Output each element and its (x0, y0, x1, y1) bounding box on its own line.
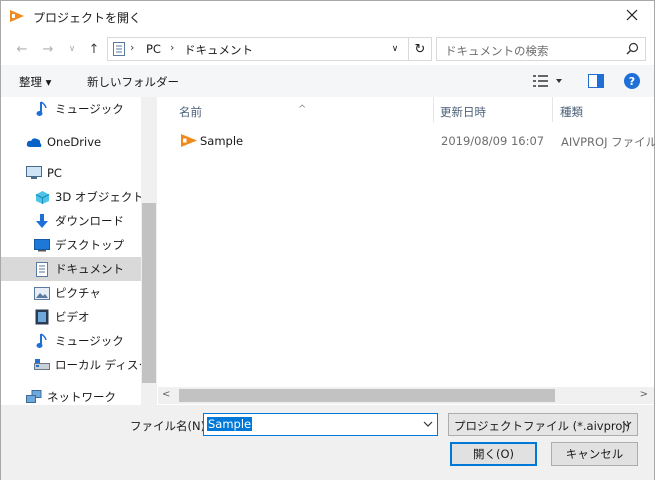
recent-locations-button[interactable]: ∨ (63, 40, 81, 58)
nav-item-pictures[interactable]: ピクチャ (1, 281, 141, 305)
help-icon[interactable]: ? (624, 73, 640, 89)
breadcrumb-separator-icon: › (170, 41, 175, 54)
nav-item-documents[interactable]: ドキュメント (1, 257, 141, 281)
column-header-name[interactable]: ^ 名前 (158, 97, 433, 122)
preview-pane-icon (588, 74, 604, 91)
column-header-date[interactable]: 更新日時 (434, 97, 552, 122)
nav-scrollbar[interactable] (141, 97, 157, 405)
scroll-right-icon[interactable]: > (640, 389, 648, 400)
nav-item-local-disk[interactable]: ローカル ディスク (C (1, 353, 157, 377)
nav-scrollbar-thumb[interactable] (142, 203, 156, 383)
nav-item-3d-objects[interactable]: 3D オブジェクト (1, 185, 144, 209)
nav-item-downloads[interactable]: ダウンロード (1, 209, 141, 233)
filename-label: ファイル名(N): (130, 419, 209, 433)
desktop-icon (34, 237, 50, 253)
cloud-icon (26, 134, 42, 150)
scroll-left-icon[interactable]: < (162, 389, 170, 400)
preview-pane-button[interactable] (588, 74, 604, 91)
file-row[interactable]: Sample 2019/08/09 16:07 AIVPROJ ファイル (176, 131, 655, 151)
address-row: ← → ∨ ↑ › PC › ドキュメント ∨ ↻ ドキュメントの検索 (1, 32, 654, 65)
file-name: Sample (200, 134, 244, 148)
back-button[interactable]: ← (13, 40, 31, 58)
aivproj-file-icon (180, 133, 198, 151)
nav-item-desktop[interactable]: デスクトップ (1, 233, 141, 257)
view-list-icon (533, 75, 563, 91)
nav-item-videos[interactable]: ビデオ (1, 305, 141, 329)
breadcrumb-documents[interactable]: ドキュメント (184, 42, 253, 58)
breadcrumb-pc[interactable]: PC (146, 42, 161, 56)
forward-button[interactable]: → (39, 40, 57, 58)
navigation-pane: ミュージック OneDrive PC 3D オブジェクト ダウンロード デスクト… (1, 97, 157, 405)
search-placeholder: ドキュメントの検索 (445, 44, 549, 58)
search-icon (626, 42, 639, 58)
nav-item-network[interactable]: ネットワーク (1, 385, 141, 405)
chevron-down-icon (622, 418, 632, 432)
window-title: プロジェクトを開く (33, 11, 142, 25)
filetype-select[interactable]: プロジェクトファイル (*.aivproj) (448, 413, 638, 436)
chevron-down-icon: ∨ (391, 44, 399, 54)
document-icon (34, 261, 50, 277)
nav-item-onedrive[interactable]: OneDrive (1, 130, 141, 154)
refresh-button[interactable]: ↻ (408, 37, 432, 61)
breadcrumb-separator-icon: › (130, 41, 135, 54)
open-button[interactable]: 開く(O) (450, 442, 537, 466)
nav-item-music[interactable]: ミュージック (1, 329, 141, 353)
video-icon (34, 309, 50, 325)
picture-icon (34, 285, 50, 301)
cube-icon (34, 189, 50, 205)
chevron-down-icon[interactable] (423, 418, 433, 432)
computer-icon (26, 165, 42, 181)
organize-button[interactable]: 整理 ▾ (19, 74, 51, 90)
cancel-button[interactable]: キャンセル (551, 442, 638, 466)
horizontal-scrollbar[interactable]: < > (158, 387, 654, 404)
arrow-left-icon: ← (16, 41, 28, 57)
download-icon (34, 213, 50, 229)
sort-ascending-icon: ^ (298, 104, 307, 115)
new-folder-button[interactable]: 新しいフォルダー (87, 74, 179, 90)
nav-item-pc[interactable]: PC (1, 161, 141, 185)
address-bar[interactable]: › PC › ドキュメント (107, 37, 409, 61)
app-logo-icon (9, 9, 25, 23)
filename-combobox[interactable]: Sample (203, 413, 438, 436)
nav-item-music-quick[interactable]: ミュージック (1, 97, 141, 121)
change-view-button[interactable] (533, 74, 563, 91)
music-icon (34, 101, 50, 117)
address-dropdown-button[interactable]: ∨ (385, 37, 405, 61)
filetype-value: プロジェクトファイル (*.aivproj) (454, 419, 631, 433)
up-button[interactable]: ↑ (85, 40, 103, 58)
disk-icon (34, 357, 50, 373)
horizontal-scrollbar-thumb[interactable] (179, 389, 555, 402)
document-folder-icon (113, 42, 125, 59)
arrow-up-icon: ↑ (88, 41, 100, 57)
music-icon (34, 333, 50, 349)
refresh-icon: ↻ (414, 41, 426, 57)
close-button[interactable] (609, 1, 654, 32)
search-box[interactable]: ドキュメントの検索 (436, 37, 646, 61)
file-date: 2019/08/09 16:07 (441, 134, 545, 148)
arrow-right-icon: → (42, 41, 54, 57)
dialog-footer: ファイル名(N): Sample プロジェクトファイル (*.aivproj) … (1, 405, 654, 480)
network-icon (26, 389, 42, 405)
open-project-dialog: プロジェクトを開く ← → ∨ ↑ › PC › ドキュメント ∨ ↻ ドキュメ… (0, 0, 655, 480)
title-bar: プロジェクトを開く (1, 1, 654, 32)
command-bar: 整理 ▾ 新しいフォルダー ? (1, 65, 654, 97)
file-type: AIVPROJ ファイル (561, 135, 655, 149)
chevron-down-icon: ∨ (68, 44, 76, 54)
close-icon (626, 9, 638, 24)
column-header-type[interactable]: 種類 (553, 97, 653, 122)
file-list-pane: ^ 名前 更新日時 種類 Sample 2019/08/09 16:07 AIV… (158, 97, 655, 405)
filename-input[interactable]: Sample (207, 417, 253, 431)
